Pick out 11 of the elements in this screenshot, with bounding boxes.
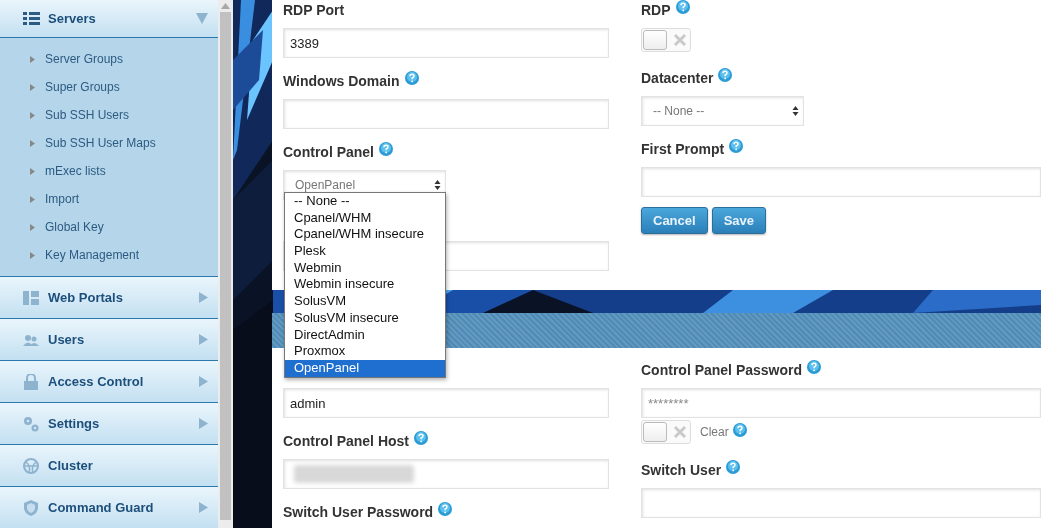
field-label: Clear (700, 425, 729, 439)
field-label: RDP (641, 2, 671, 18)
field-label: First Prompt (641, 141, 725, 157)
field-label: Switch User Password (283, 504, 434, 520)
field-label: Control Panel Password (641, 362, 803, 378)
field-label: Switch User (641, 462, 722, 478)
field-label: RDP Port (283, 2, 345, 18)
field-label: Control Panel Host (283, 433, 409, 449)
field-label: Windows Domain (283, 73, 400, 89)
field-label: Control Panel (283, 144, 374, 160)
field-label: Datacenter (641, 70, 714, 86)
